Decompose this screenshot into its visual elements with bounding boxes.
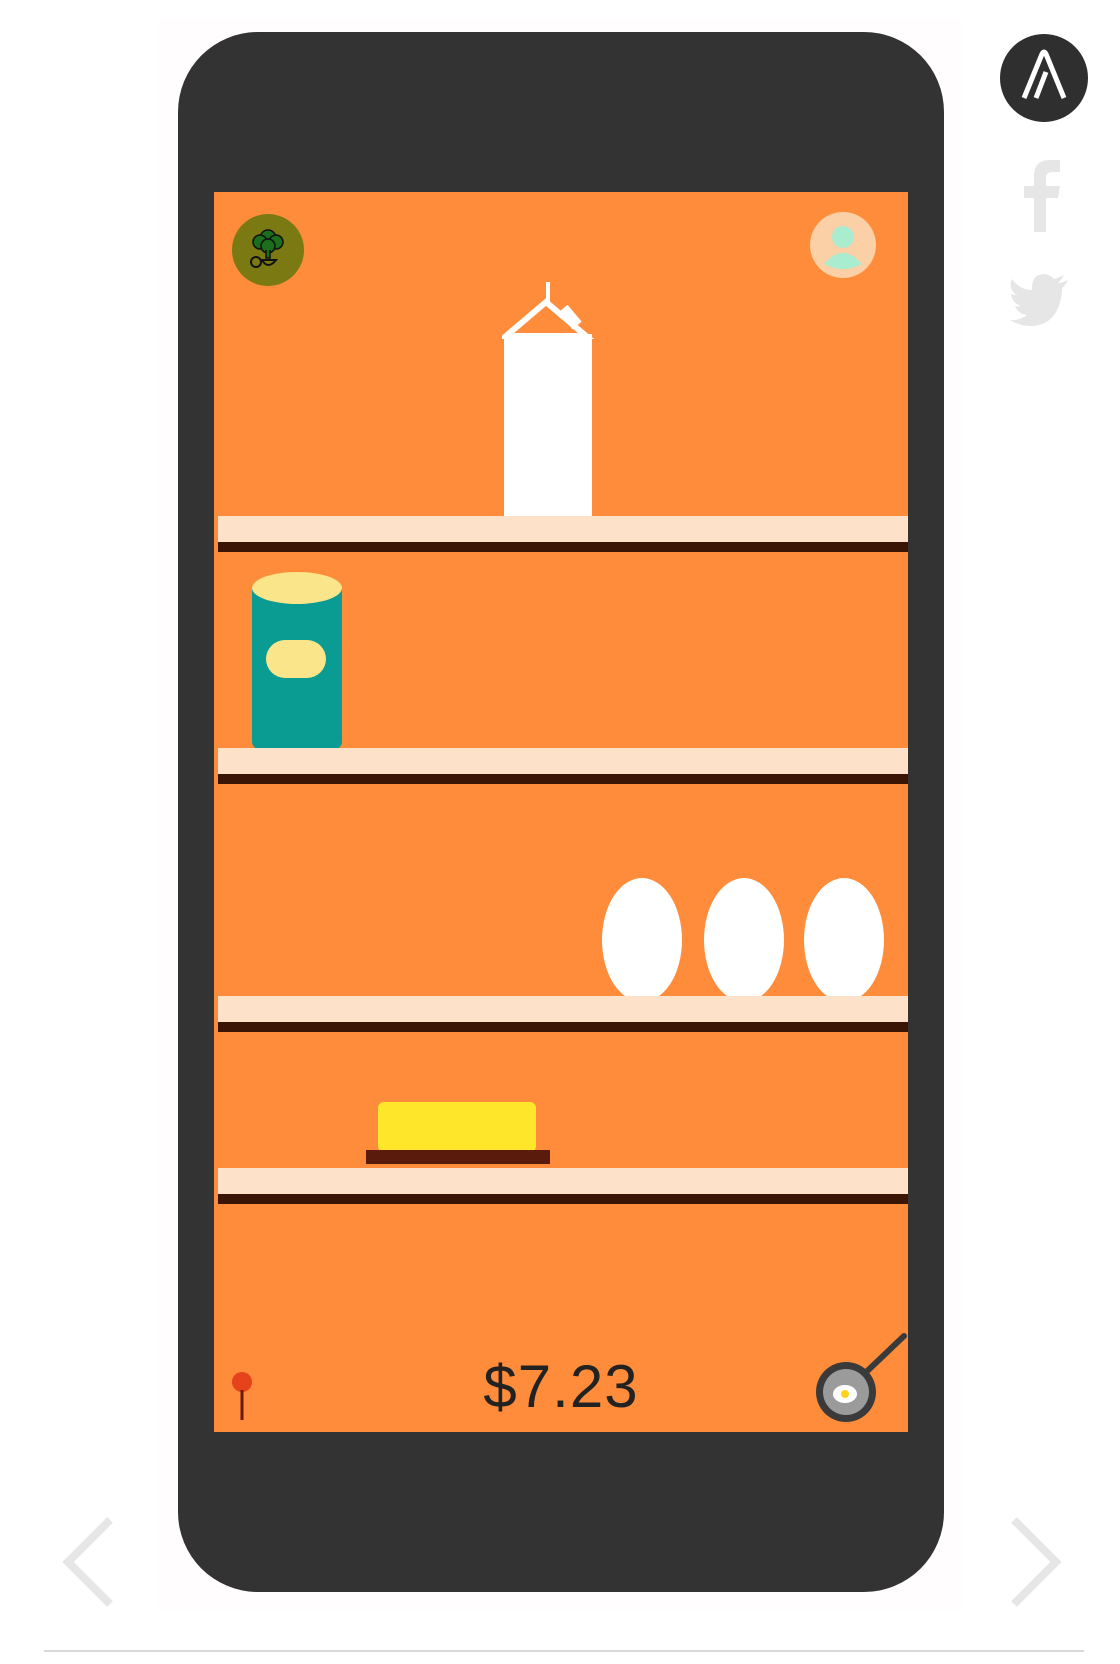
shelf-1 [218,516,908,552]
shelf-3 [218,996,908,1032]
milk-carton[interactable] [502,282,598,516]
canned-food[interactable] [250,570,344,760]
profile-button[interactable] [810,212,876,278]
price-label: $7.23 [483,1353,639,1420]
chevron-left-icon[interactable] [62,1516,116,1608]
egg [804,878,884,1002]
broccoli-icon [250,229,284,268]
twitter-icon[interactable] [1010,274,1070,326]
brand-logo-button[interactable] [1000,34,1088,122]
user-avatar-icon [824,226,862,269]
a-logo-icon [1021,49,1067,99]
shelf-4 [218,1168,908,1204]
page-divider [44,1650,1084,1652]
app-screen: $7.23 [214,192,908,1432]
egg [602,878,682,1002]
facebook-icon[interactable] [1018,156,1062,232]
egg [704,878,784,1002]
butter[interactable] [366,1102,550,1166]
eggs[interactable] [600,876,890,1006]
chevron-right-icon[interactable] [1008,1516,1062,1608]
shelf-2 [218,748,908,784]
frying-pan-egg-icon[interactable] [812,1330,908,1426]
broccoli-button[interactable] [232,214,304,286]
